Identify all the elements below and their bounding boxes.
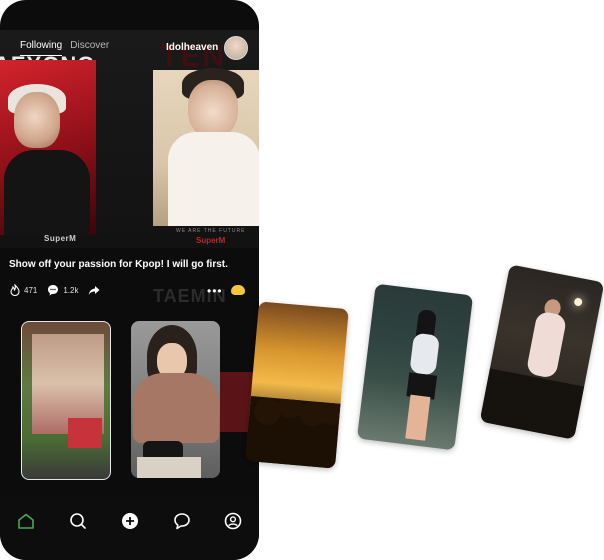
phone-frame: AEYONG SuperM TEN WE ARE THE FUTURE Supe… xyxy=(0,0,259,560)
chat-icon xyxy=(174,513,190,530)
billboard-photo-tile[interactable] xyxy=(21,321,111,480)
nav-chat[interactable] xyxy=(172,512,192,530)
stage-light xyxy=(573,297,583,307)
bottom-navbar xyxy=(0,502,259,560)
like-button[interactable]: 471 xyxy=(10,284,37,296)
post-actions: 471 1.2k xyxy=(10,284,114,296)
nav-add[interactable] xyxy=(120,512,140,530)
dancer-card[interactable] xyxy=(356,283,474,451)
post-caption: Show off your passion for Kpop! I will g… xyxy=(9,259,228,270)
more-options-button[interactable]: ••• xyxy=(207,284,223,298)
tab-following[interactable]: Following xyxy=(20,40,63,56)
fan-skirt xyxy=(137,457,201,478)
share-button[interactable] xyxy=(88,285,104,296)
add-icon xyxy=(122,513,138,529)
billboard-sign xyxy=(68,418,102,448)
dancer-top xyxy=(409,332,440,376)
home-icon xyxy=(18,513,34,529)
artist-left-body xyxy=(4,150,90,235)
concert-crowd-card[interactable] xyxy=(245,301,349,469)
search-icon xyxy=(70,513,86,529)
tab-discover[interactable]: Discover xyxy=(70,40,109,56)
nav-profile[interactable] xyxy=(223,512,243,530)
like-count: 471 xyxy=(24,285,38,295)
singer-card[interactable] xyxy=(479,264,604,440)
avatar[interactable] xyxy=(224,36,248,60)
comment-count: 1.2k xyxy=(63,285,79,295)
flame-icon xyxy=(10,284,20,296)
dancer-legs xyxy=(405,394,431,441)
singer-body xyxy=(525,310,568,379)
crowd-silhouette xyxy=(245,396,341,469)
share-icon xyxy=(89,285,100,295)
nav-search[interactable] xyxy=(68,512,88,530)
username[interactable]: Idolheaven xyxy=(166,42,218,53)
artist-right-face xyxy=(188,80,238,138)
fan-top xyxy=(133,373,219,443)
artist-left-face xyxy=(14,92,60,148)
comment-icon xyxy=(48,285,59,296)
poster-left-label: SuperM xyxy=(44,234,77,243)
artist-right-body xyxy=(168,132,259,226)
profile-icon xyxy=(224,512,242,530)
gift-coin-icon[interactable] xyxy=(231,285,245,295)
poster-right-label: SuperM xyxy=(196,236,226,245)
feed-tabs: Following Discover xyxy=(20,40,109,56)
comment-button[interactable]: 1.2k xyxy=(47,284,78,296)
poster-right-tagline: WE ARE THE FUTURE xyxy=(176,228,246,234)
fan-photo-tile[interactable] xyxy=(131,321,220,478)
singer-crowd xyxy=(479,368,585,440)
nav-home[interactable] xyxy=(16,512,36,530)
